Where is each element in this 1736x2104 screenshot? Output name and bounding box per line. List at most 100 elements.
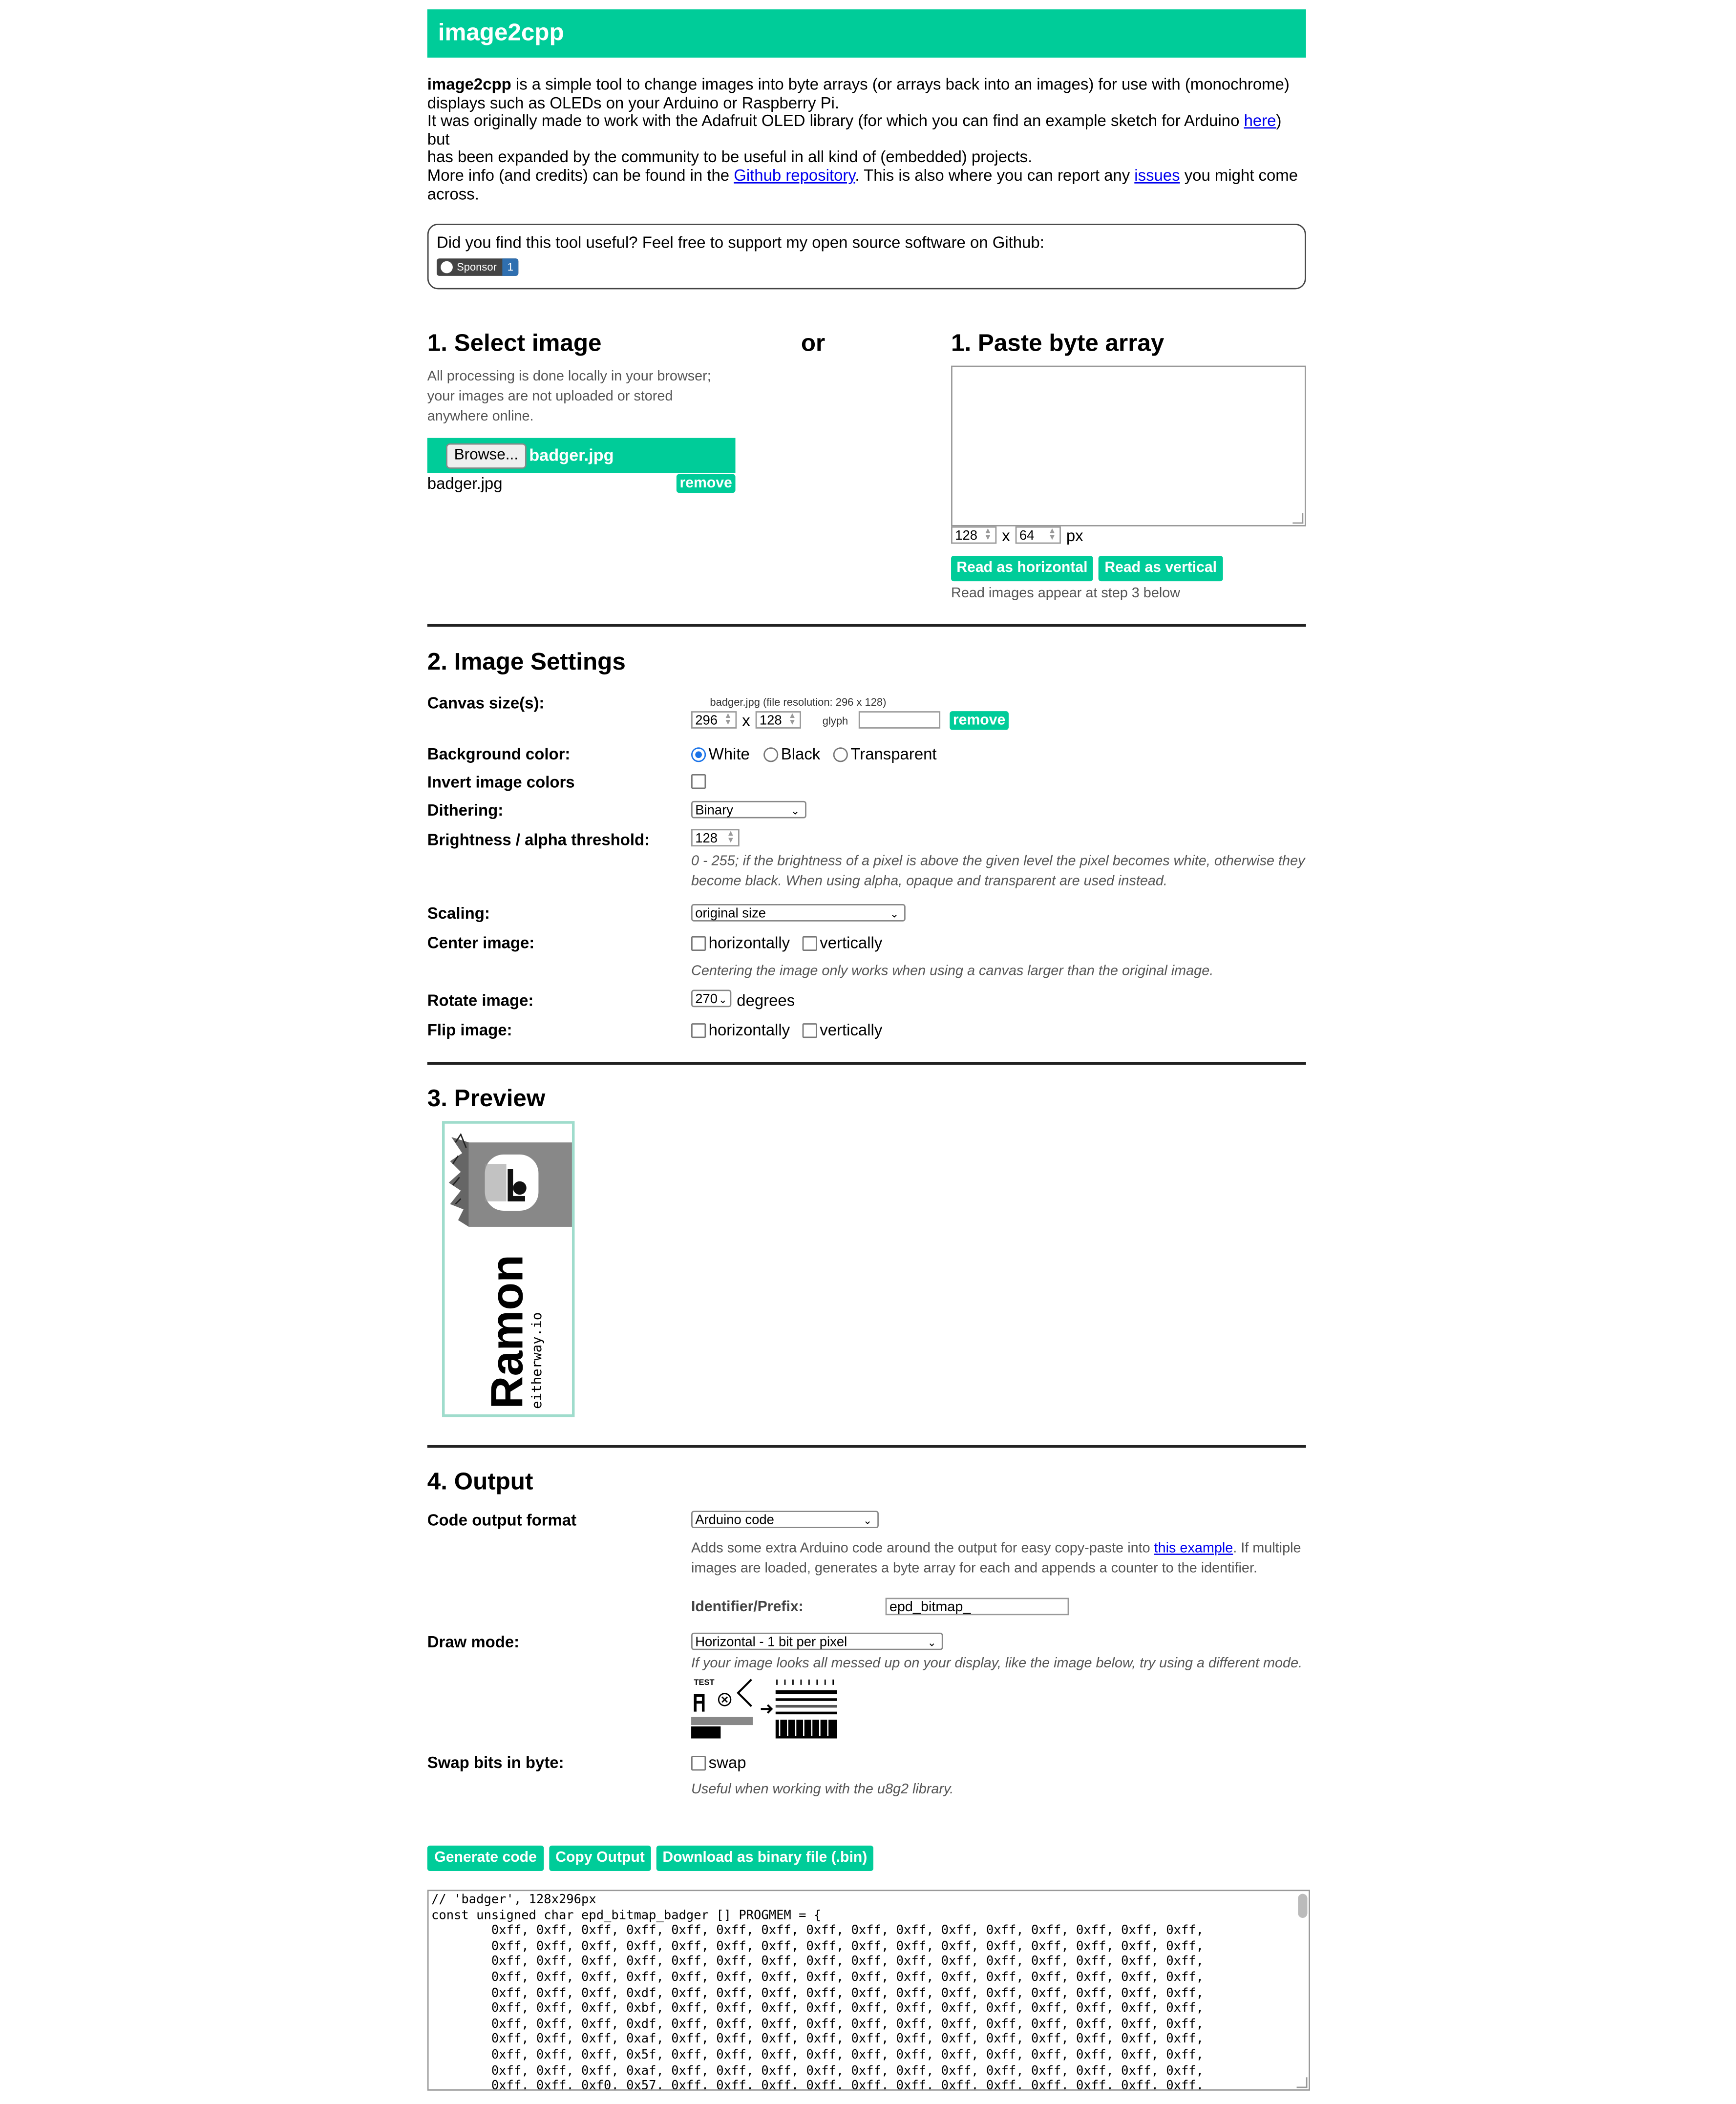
resize-handle-icon[interactable] — [1292, 513, 1304, 524]
rotate-select[interactable]: 270 ⌄ — [691, 989, 732, 1008]
sponsor-button[interactable]: Sponsor 1 — [436, 258, 519, 276]
bg-white-radio[interactable] — [691, 747, 706, 762]
stepper-icon[interactable]: ▲ ▼ — [723, 713, 733, 727]
threshold-label: Brightness / alpha threshold: — [427, 830, 650, 849]
chevron-down-icon: ⌄ — [863, 1515, 872, 1527]
chevron-down-icon: ⌄ — [790, 805, 800, 817]
threshold-input[interactable]: 128 ▲ ▼ — [691, 829, 740, 847]
draw-mode-select[interactable]: Horizontal - 1 bit per pixel ⌄ — [691, 1632, 943, 1650]
privacy-note: All processing is done locally in your b… — [427, 367, 749, 427]
degrees-label: degrees — [737, 991, 795, 1010]
canvas-x-label: x — [742, 711, 750, 730]
draw-mode-sample-image: TEST — [691, 1677, 839, 1741]
preview-text-ramon: Ramon — [482, 1254, 533, 1409]
copy-output-button[interactable]: Copy Output — [549, 1845, 651, 1871]
flip-vertical-checkbox[interactable] — [802, 1023, 817, 1038]
array-x-label: x — [1002, 526, 1010, 546]
code-line: 0xff, 0xff, 0xff, 0xaf, 0xff, 0xff, 0xff… — [431, 2032, 1204, 2047]
download-binary-button[interactable]: Download as binary file (.bin) — [656, 1845, 873, 1871]
center-horizontal-checkbox[interactable] — [691, 936, 706, 951]
resize-handle-icon[interactable] — [1296, 2077, 1308, 2088]
intro-line4: has been expanded by the community to be… — [427, 147, 1033, 167]
file-list-name: badger.jpg — [427, 474, 503, 493]
read-horizontal-button[interactable]: Read as horizontal — [951, 556, 1093, 582]
threshold-help-line1: 0 - 255; if the brightness of a pixel is… — [691, 853, 1305, 869]
github-repository-link[interactable]: Github repository — [734, 166, 855, 185]
read-vertical-button[interactable]: Read as vertical — [1098, 556, 1223, 582]
identifier-value: epd_bitmap_ — [889, 1599, 971, 1616]
code-line: 0xff, 0xff, 0xff, 0xff, 0xff, 0xff, 0xff… — [431, 1955, 1204, 1970]
byte-array-input[interactable] — [951, 365, 1306, 526]
threshold-help-line2: become black. When using alpha, opaque a… — [691, 872, 1167, 889]
center-vertical-label: vertically — [820, 933, 883, 952]
center-help: Centering the image only works when usin… — [691, 963, 1214, 979]
privacy-note-line3: anywhere online. — [427, 408, 534, 425]
center-image-label: Center image: — [427, 933, 535, 952]
stepper-icon[interactable]: ▲ ▼ — [983, 527, 993, 542]
bg-black-label: Black — [781, 744, 821, 764]
preview-title: 3. Preview — [427, 1085, 546, 1112]
draw-mode-help: If your image looks all messed up on you… — [691, 1655, 1303, 1672]
code-line: 0xff, 0xff, 0xff, 0x5f, 0xff, 0xff, 0xff… — [431, 2047, 1204, 2062]
identifier-label: Identifier/Prefix: — [691, 1599, 804, 1616]
image-settings-title: 2. Image Settings — [427, 648, 626, 675]
divider — [427, 1445, 1306, 1448]
array-px-label: px — [1066, 526, 1083, 546]
threshold-help: 0 - 255; if the brightness of a pixel is… — [691, 852, 1321, 891]
more-a: More info (and credits) can be found in … — [427, 166, 734, 185]
remove-canvas-button[interactable]: remove — [950, 711, 1009, 730]
draw-mode-value: Horizontal - 1 bit per pixel — [695, 1635, 847, 1650]
swap-checkbox[interactable] — [691, 1756, 706, 1771]
browse-button[interactable]: Browse... — [446, 443, 527, 469]
sponsor-count: 1 — [502, 258, 519, 276]
swap-bits-label: Swap bits in byte: — [427, 1753, 564, 1772]
more-c: you might come — [1180, 166, 1298, 185]
selected-file-name: badger.jpg — [529, 446, 614, 465]
issues-link[interactable]: issues — [1134, 166, 1180, 185]
stepper-icon[interactable]: ▲ ▼ — [787, 713, 797, 727]
output-format-select[interactable]: Arduino code ⌄ — [691, 1511, 879, 1528]
flip-image-label: Flip image: — [427, 1020, 512, 1040]
format-help-b: . If multiple — [1233, 1540, 1301, 1557]
center-vertical-checkbox[interactable] — [802, 936, 817, 951]
code-line: 0xff, 0xff, 0xff, 0xdf, 0xff, 0xff, 0xff… — [431, 1985, 1204, 2000]
dithering-select[interactable]: Binary ⌄ — [691, 800, 806, 819]
output-format-value: Arduino code — [695, 1513, 774, 1528]
invert-label: Invert image colors — [427, 773, 575, 792]
stepper-icon[interactable]: ▲ ▼ — [726, 830, 735, 845]
app-title: image2cpp — [438, 19, 564, 46]
code-output[interactable]: // 'badger', 128x296px const unsigned cha… — [427, 1890, 1310, 2091]
scaling-select[interactable]: original size ⌄ — [691, 904, 906, 922]
canvas-width-input[interactable]: 296 ▲ ▼ — [691, 711, 737, 729]
output-title: 4. Output — [427, 1468, 533, 1495]
here-link[interactable]: here — [1244, 111, 1276, 130]
sponsor-box: Did you find this tool useful? Feel free… — [427, 223, 1306, 290]
this-example-link[interactable]: this example — [1154, 1540, 1233, 1557]
array-height-input[interactable]: 64 ▲ ▼ — [1015, 526, 1061, 544]
scrollbar-thumb[interactable] — [1298, 1894, 1308, 1918]
bg-transparent-label: Transparent — [850, 744, 937, 764]
remove-file-button[interactable]: remove — [676, 474, 736, 493]
identifier-input[interactable]: epd_bitmap_ — [885, 1598, 1069, 1616]
generate-code-button[interactable]: Generate code — [427, 1845, 544, 1871]
bg-black-radio[interactable] — [763, 747, 779, 762]
format-help-a: Adds some extra Arduino code around the … — [691, 1540, 1154, 1557]
code-line: 0xff, 0xff, 0xff, 0xbf, 0xff, 0xff, 0xff… — [431, 2001, 1204, 2016]
intro-line2: displays such as OLEDs on your Arduino o… — [427, 93, 840, 112]
canvas-size-label: Canvas size(s): — [427, 694, 545, 713]
code-line: const unsigned char epd_bitmap_badger []… — [431, 1908, 822, 1923]
paste-byte-array-title: 1. Paste byte array — [951, 329, 1164, 357]
file-input[interactable]: Browse... badger.jpg — [427, 438, 736, 473]
array-height-value: 64 — [1019, 529, 1035, 544]
scaling-value: original size — [695, 906, 766, 922]
stepper-icon[interactable]: ▲ ▼ — [1047, 527, 1057, 542]
invert-checkbox[interactable] — [691, 774, 706, 789]
format-help-line2: images are loaded, generates a byte arra… — [691, 1560, 1257, 1577]
flip-horizontal-checkbox[interactable] — [691, 1023, 706, 1038]
canvas-height-input[interactable]: 128 ▲ ▼ — [755, 711, 801, 729]
glyph-input[interactable] — [858, 711, 941, 729]
draw-mode-label: Draw mode: — [427, 1632, 520, 1652]
array-width-input[interactable]: 128 ▲ ▼ — [951, 526, 997, 544]
sponsor-label: Sponsor — [457, 261, 497, 274]
bg-transparent-radio[interactable] — [833, 747, 848, 762]
